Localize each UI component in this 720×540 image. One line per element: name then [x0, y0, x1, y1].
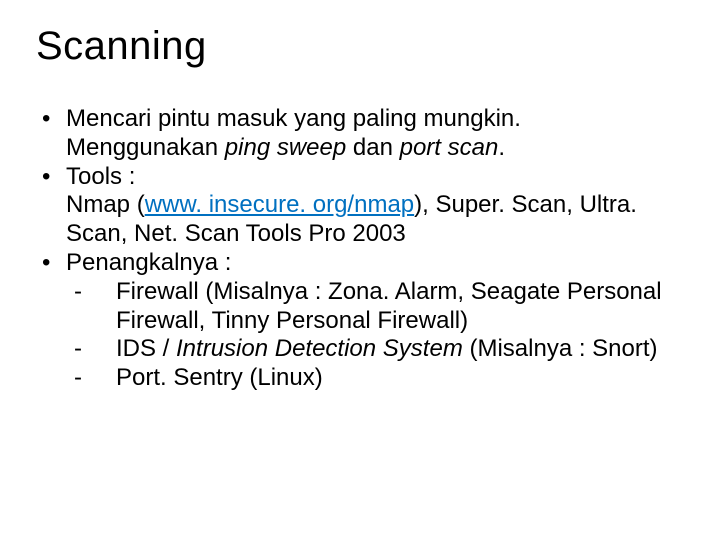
sub-item-1: - Firewall (Misalnya : Zona. Alarm, Seag… [66, 278, 684, 336]
sub2-em: Intrusion Detection System [176, 335, 463, 362]
bullet-item-3: Penangkalnya : - Firewall (Misalnya : Zo… [36, 249, 684, 393]
bullet1-line1: Mencari pintu masuk yang paling mungkin. [66, 105, 521, 132]
bullet1-line2-post: . [498, 134, 505, 161]
sub-item-3: - Port. Sentry (Linux) [66, 364, 684, 393]
bullet1-line2-pre: Menggunakan [66, 134, 225, 161]
dash-icon: - [74, 335, 116, 364]
bullet1-em1: ping sweep [225, 134, 346, 161]
slide: Scanning Mencari pintu masuk yang paling… [0, 0, 720, 393]
bullet2-line1: Tools : [66, 163, 135, 190]
bullet-item-2: Tools : Nmap (www. insecure. org/nmap), … [36, 163, 684, 249]
bullet-list: Mencari pintu masuk yang paling mungkin.… [36, 105, 684, 393]
bullet1-line2: Menggunakan ping sweep dan port scan. [66, 134, 684, 163]
sub3-text: Port. Sentry (Linux) [116, 364, 323, 393]
dash-icon: - [74, 278, 116, 307]
nmap-link[interactable]: www. insecure. org/nmap [145, 191, 414, 218]
sub2-post: (Misalnya : Snort) [463, 335, 658, 362]
bullet2-line2: Nmap (www. insecure. org/nmap), Super. S… [66, 191, 684, 249]
dash-icon: - [74, 364, 116, 393]
bullet1-em2: port scan [400, 134, 499, 161]
bullet3-line1: Penangkalnya : [66, 249, 231, 276]
bullet1-line2-mid: dan [346, 134, 399, 161]
sub2-text: IDS / Intrusion Detection System (Misaln… [116, 335, 658, 364]
sub-list: - Firewall (Misalnya : Zona. Alarm, Seag… [66, 278, 684, 393]
sub2-pre: IDS / [116, 335, 176, 362]
bullet2-pre: Nmap ( [66, 191, 145, 218]
sub1-text: Firewall (Misalnya : Zona. Alarm, Seagat… [116, 278, 684, 336]
bullet-item-1: Mencari pintu masuk yang paling mungkin.… [36, 105, 684, 163]
sub-item-2: - IDS / Intrusion Detection System (Misa… [66, 335, 684, 364]
slide-title: Scanning [36, 24, 684, 69]
